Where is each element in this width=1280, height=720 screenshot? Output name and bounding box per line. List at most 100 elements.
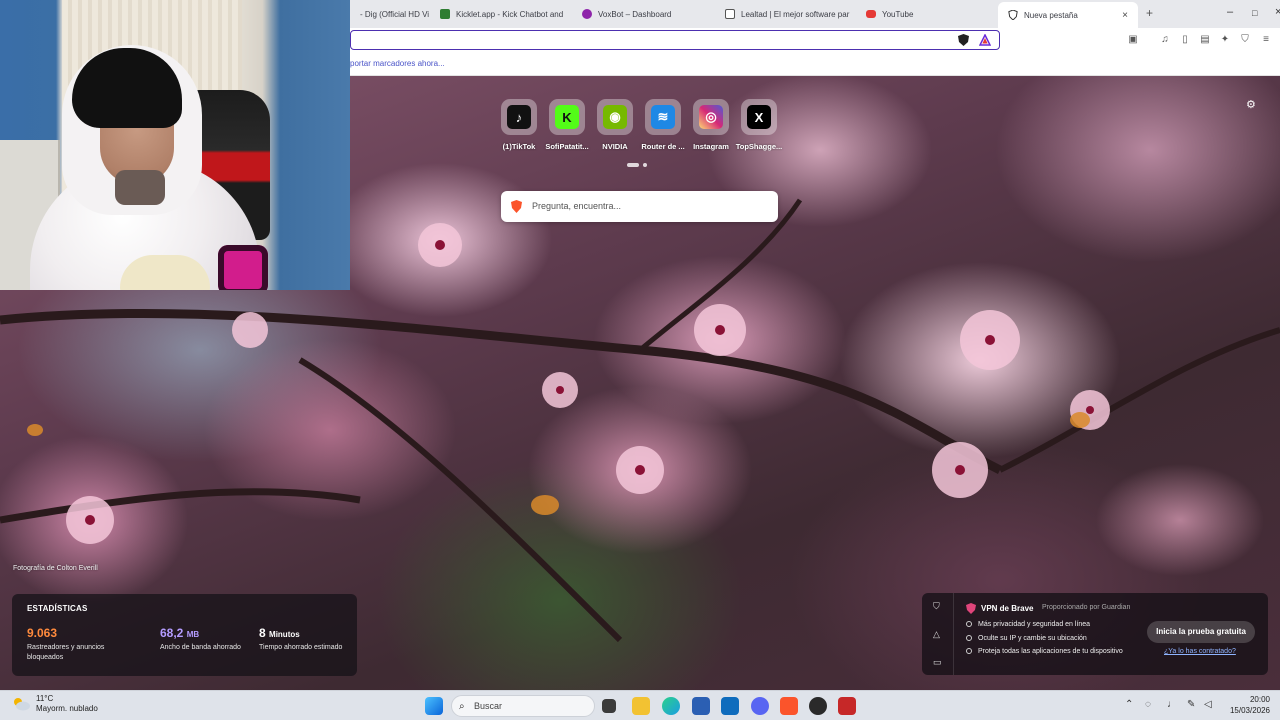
taskbar-search[interactable]: ⌕ Buscar (451, 695, 595, 717)
pen-icon[interactable]: ✎ (1187, 699, 1195, 710)
search-box[interactable]: Pregunta, encuentra... (501, 191, 778, 222)
vpn-shield-icon (966, 603, 976, 614)
tab-title: Nueva pestaña (1024, 10, 1078, 20)
brave-logo-icon (511, 200, 522, 213)
browser-toolbar: ▣ ♫ ▯ ▤ ✦ ⛉ ≡ (350, 28, 1280, 52)
vpn-feature: Más privacidad y seguridad en línea (966, 621, 1090, 628)
close-window-button[interactable]: × (1275, 6, 1280, 18)
media-icon[interactable]: ♫ (1159, 34, 1171, 46)
news-widget-icon[interactable]: ▭ (933, 657, 942, 668)
stat-time: 8 Minutos Tiempo ahorrado estimado (259, 626, 349, 653)
nvidia-icon: ◉ (603, 105, 627, 129)
app-icon[interactable] (838, 697, 856, 715)
cloud-sun-icon (14, 698, 30, 711)
stat-desc: Rastreadores y anuncios bloqueados (27, 644, 105, 661)
wallet-icon[interactable]: ▤ (1199, 34, 1211, 46)
outlook-icon[interactable] (721, 697, 739, 715)
microphone (218, 245, 268, 290)
top-sites-pager[interactable] (627, 163, 647, 167)
top-site-x[interactable]: X TopShagge... (736, 99, 782, 151)
stat-blocked: 9.063 Rastreadores y anuncios bloqueados (27, 626, 117, 663)
check-icon (966, 621, 972, 628)
maximize-button[interactable]: □ (1252, 8, 1257, 18)
gear-icon[interactable]: ⚙ (1246, 98, 1256, 111)
windows-start-icon[interactable] (425, 697, 443, 715)
volume-icon[interactable]: ◁ (1204, 699, 1212, 710)
top-site-router[interactable]: ≋ Router de ... (641, 99, 685, 151)
weather-temp: 11°C (36, 694, 54, 703)
brave-shields-icon[interactable] (958, 34, 969, 46)
stat-value: 9.063 (27, 626, 58, 640)
pager-dot-active[interactable] (627, 163, 639, 167)
menu-icon[interactable]: ≡ (1260, 34, 1272, 46)
top-site-nvidia[interactable]: ◉ NVIDIA (596, 99, 634, 151)
instagram-icon: ◎ (699, 105, 723, 129)
stat-desc: Ancho de banda ahorrado (160, 644, 241, 651)
tab-voxbot[interactable]: VoxBot – Dashboard (572, 0, 712, 28)
kick-icon: K (555, 105, 579, 129)
address-bar[interactable] (350, 30, 1000, 50)
top-site-label: TopShagge... (735, 142, 783, 151)
import-bookmarks-link[interactable]: portar marcadores ahora... (350, 59, 445, 68)
top-site-instagram[interactable]: ◎ Instagram (692, 99, 730, 151)
microphone-icon[interactable]: ♩ (1167, 699, 1177, 710)
weather-widget[interactable]: 11°C Mayorm. nublado (12, 694, 98, 714)
obs-icon[interactable] (809, 697, 827, 715)
tab-lealtad[interactable]: Lealtad | El mejor software par (715, 0, 855, 28)
kicklet-icon (440, 9, 450, 19)
already-purchased-link[interactable]: ¿Ya lo has contratado? (1164, 648, 1236, 655)
system-clock[interactable]: 20:00 15/03/2026 (1220, 694, 1270, 716)
tab-search-icon[interactable]: ▣ (1127, 34, 1139, 46)
tab-title: Lealtad | El mejor software par (741, 9, 850, 19)
top-site-kick[interactable]: K SofiPatatit... (545, 99, 589, 151)
edge-icon[interactable] (662, 697, 680, 715)
minimize-button[interactable]: – (1227, 6, 1233, 18)
windows-taskbar: 11°C Mayorm. nublado ⌕ Buscar ⌃ ◌ ♩ ✎ ◁ … (0, 690, 1280, 720)
search-placeholder: Pregunta, encuentra... (532, 201, 622, 211)
streamer-neck (115, 170, 165, 205)
weather-desc: Mayorm. nublado (36, 704, 98, 713)
tab-title: VoxBot – Dashboard (598, 9, 672, 19)
file-explorer-icon[interactable] (632, 697, 650, 715)
lealtad-icon (725, 9, 735, 19)
tab-music-video[interactable]: - Dig (Official HD Vi (350, 0, 436, 28)
brave-rewards-icon[interactable] (979, 34, 991, 46)
clock-date: 15/03/2026 (1229, 706, 1270, 715)
vpn-widget-icon[interactable]: ⛉ (933, 601, 940, 612)
chevron-up-icon[interactable]: ⌃ (1125, 699, 1133, 710)
tab-title: - Dig (Official HD Vi (360, 9, 430, 19)
stat-unit: Minutos (269, 630, 300, 639)
voxbot-icon (582, 9, 592, 19)
start-free-trial-button[interactable]: Inicia la prueba gratuita (1147, 621, 1255, 643)
vpn-feature: Oculte su IP y cambie su ubicación (966, 635, 1087, 642)
vpn-icon[interactable]: ⛉ (1239, 34, 1251, 46)
tab-youtube[interactable]: YouTube (856, 0, 996, 28)
pager-dot[interactable] (643, 163, 647, 167)
tiktok-icon: ♪ (507, 105, 531, 129)
stat-value: 68,2 (160, 626, 184, 640)
brave-icon[interactable] (780, 697, 798, 715)
top-site-tiktok[interactable]: ♪ (1)TikTok (500, 99, 538, 151)
new-tab-button[interactable]: + (1146, 6, 1153, 20)
tab-bar: - Dig (Official HD Vi Kicklet.app - Kick… (350, 0, 1280, 28)
stat-bandwidth: 68,2 MB Ancho de banda ahorrado (160, 626, 250, 653)
tab-title: Kicklet.app - Kick Chatbot and (456, 9, 564, 19)
bookmarks-bar: portar marcadores ahora... (350, 52, 1280, 76)
brave-shield-icon (1008, 10, 1018, 20)
x-icon: X (747, 105, 771, 129)
tab-kicklet[interactable]: Kicklet.app - Kick Chatbot and (430, 0, 570, 28)
sidebar-icon[interactable]: ▯ (1179, 34, 1191, 46)
vpn-provider: Proporcionado por Guardian (1042, 604, 1131, 611)
photo-credit[interactable]: Fotografía de Colton Everill (13, 565, 98, 572)
discord-icon[interactable] (751, 697, 769, 715)
store-icon[interactable] (692, 697, 710, 715)
vpn-widget: ⛉ △ ▭ VPN de Brave Proporcionado por Gua… (922, 593, 1268, 675)
tab-new-tab[interactable]: Nueva pestaña × (998, 2, 1138, 28)
check-icon (966, 635, 972, 642)
check-icon (966, 648, 972, 655)
leo-ai-icon[interactable]: ✦ (1219, 34, 1231, 46)
task-view-icon[interactable] (602, 699, 616, 713)
close-tab-icon[interactable]: × (1122, 10, 1128, 21)
rewards-widget-icon[interactable]: △ (933, 629, 940, 640)
network-icon[interactable]: ◌ (1145, 699, 1151, 710)
